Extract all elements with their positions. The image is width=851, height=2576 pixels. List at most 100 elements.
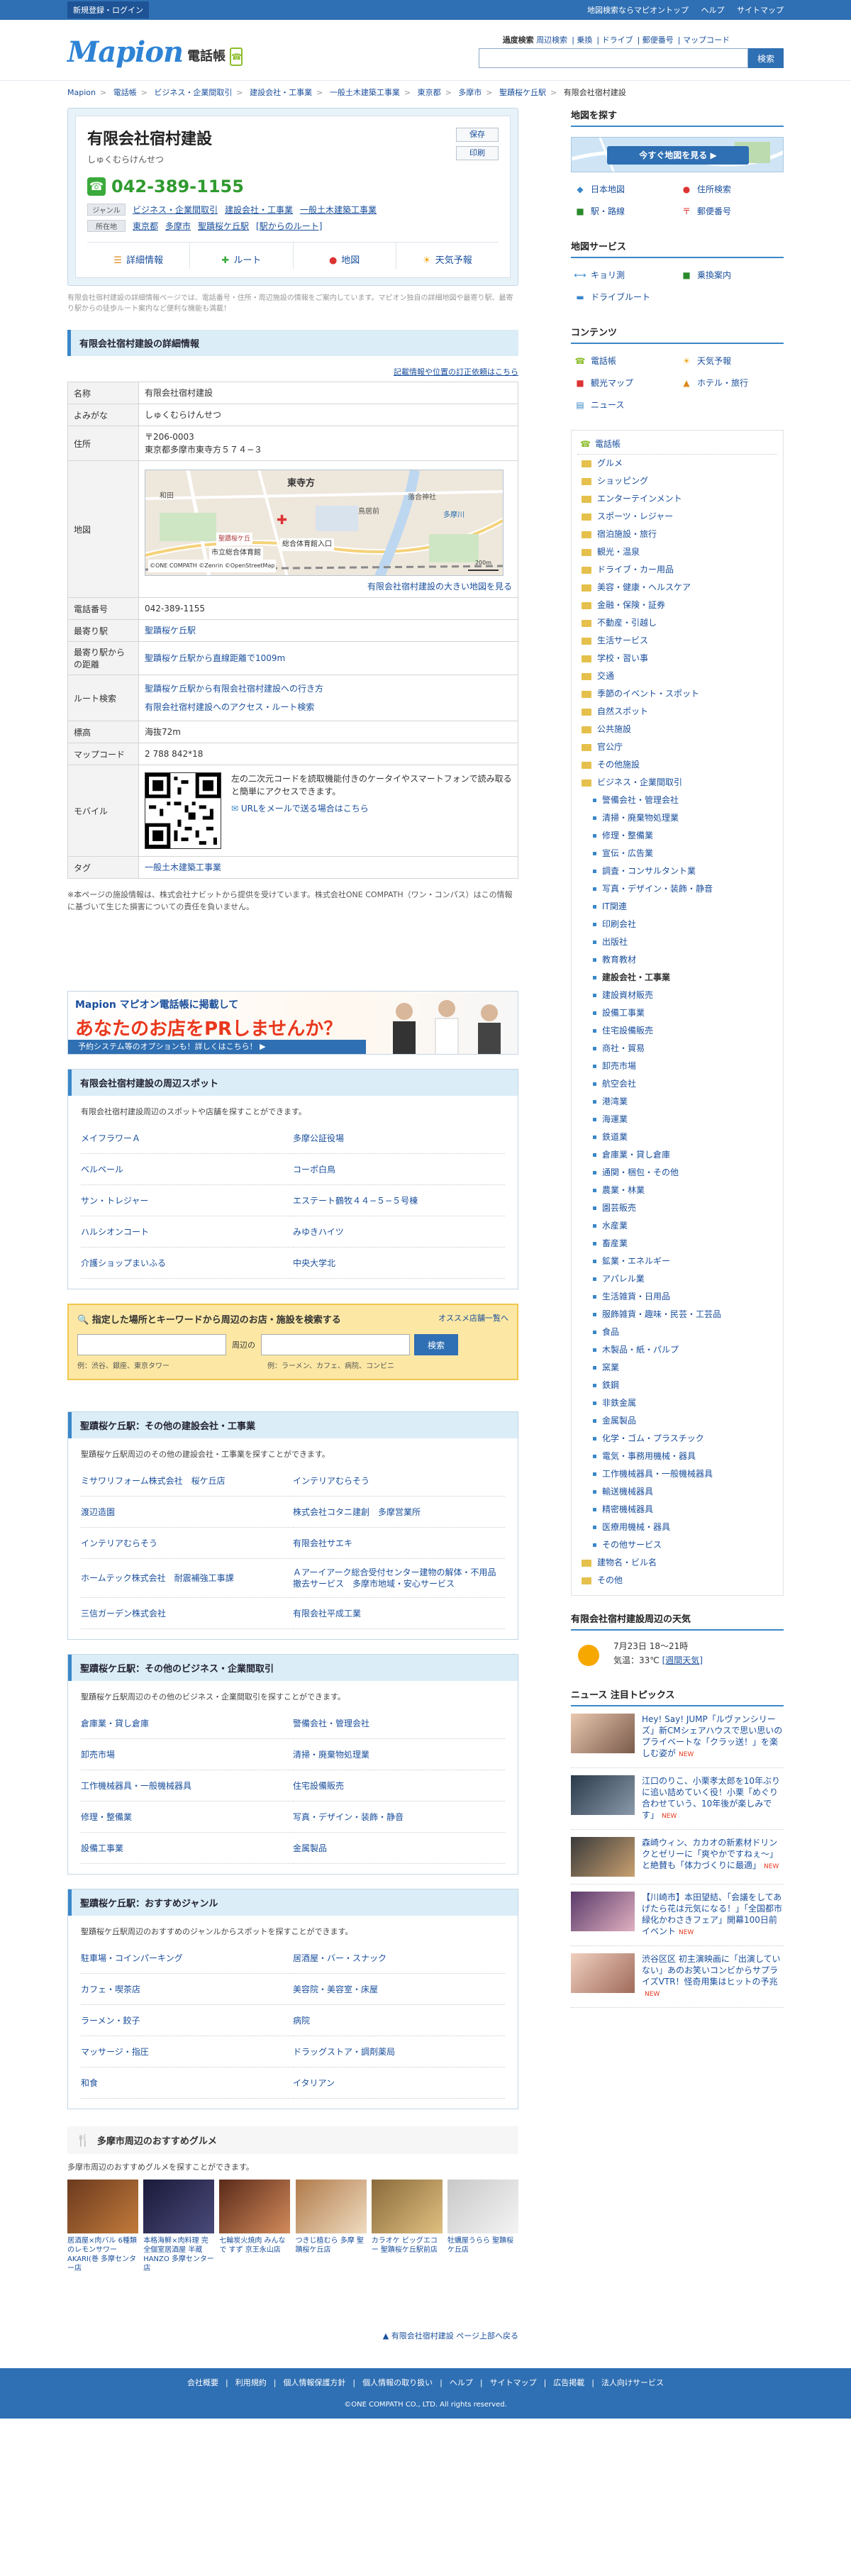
gourmet-item[interactable]: 牡蠣屋うらら 聖蹟桜ケ丘店 [447, 2180, 518, 2273]
station-route-link[interactable]: [駅からのルート] [256, 220, 322, 232]
genre-tree-item[interactable]: IT関連 [577, 898, 777, 916]
genre-tree-item[interactable]: 食品 [577, 1323, 777, 1341]
print-button[interactable]: 印刷 [456, 146, 499, 160]
side-link-hotel[interactable]: ▲ ホテル・旅行 [677, 372, 784, 394]
side-link-drive[interactable]: ▬ ドライブルート [571, 286, 677, 308]
genre-tree-item[interactable]: 建物名・ビル名 [577, 1554, 777, 1572]
genre-tree-item[interactable]: 電気・事務用機械・器具 [577, 1448, 777, 1465]
genre-link[interactable]: 建設会社・工事業 [225, 204, 293, 216]
side-link-transfer[interactable]: ■ 乗換案内 [677, 264, 784, 286]
spot-link[interactable]: ベルペール [81, 1154, 293, 1185]
genre-tree-item[interactable]: 自然スポット [577, 703, 777, 721]
genre-tree-item[interactable]: 宣伝・広告業 [577, 845, 777, 862]
spot-link[interactable]: 介護ショップまいふる [81, 1248, 293, 1279]
header-link-mapcode[interactable]: マップコード [683, 35, 730, 45]
correction-link[interactable]: 記載情報や位置の訂正依頼はこちら [394, 367, 518, 377]
footer-link[interactable]: 利用規約 [235, 2377, 267, 2388]
footer-link[interactable]: 広告掲載 [553, 2377, 584, 2388]
business-link[interactable]: 設備工事業 [81, 1833, 293, 1864]
breadcrumb-item[interactable]: 建設会社・工事業 [250, 88, 312, 97]
construction-link[interactable]: インテリアむらそう [81, 1528, 293, 1559]
construction-link[interactable]: Ａアーイアーク総合受付センター建物の解体・不用品撤去サービス 多摩市地域・安心サ… [293, 1559, 505, 1598]
genre-tree-item[interactable]: 木製品・紙・パルプ [577, 1341, 777, 1359]
business-link[interactable]: 警備会社・管理会社 [293, 1708, 505, 1739]
genre-tree-item[interactable]: その他施設 [577, 756, 777, 774]
breadcrumb-item[interactable]: 電話帳 [113, 88, 137, 97]
spot-link[interactable]: サン・トレジャー [81, 1185, 293, 1216]
news-item[interactable]: 【川崎市】本田望結、「会議をしてあげたら花は元気になる！」「全国都市緑化かわさき… [571, 1884, 784, 1946]
weekly-weather-link[interactable]: [週間天気] [662, 1655, 703, 1665]
footer-link[interactable]: 法人向けサービス [601, 2377, 664, 2388]
construction-link[interactable]: 株式会社コタニ建創 多摩営業所 [293, 1497, 505, 1528]
header-link-drive[interactable]: ドライブ [602, 35, 633, 45]
header-link-transfer[interactable]: 乗換 [577, 35, 592, 45]
genre-tree-item[interactable]: 宿泊施設・旅行 [577, 526, 777, 543]
gourmet-item[interactable]: 居酒屋×肉バル 6種類のレモンサワー AKARI(巻 多摩センター店 [67, 2180, 138, 2273]
genre-tree-item[interactable]: グルメ [577, 455, 777, 472]
recommend-list-link[interactable]: オススメ店舗一覧へ [438, 1312, 508, 1326]
footer-link[interactable]: ヘルプ [450, 2377, 473, 2388]
footer-link[interactable]: 会社概要 [187, 2377, 218, 2388]
address-link[interactable]: 多摩市 [165, 220, 191, 232]
breadcrumb-item[interactable]: Mapion [67, 88, 96, 97]
construction-link[interactable]: 渡辺造園 [81, 1497, 293, 1528]
station-link[interactable]: 聖蹟桜ケ丘駅 [145, 626, 196, 635]
business-link[interactable]: 金属製品 [293, 1833, 505, 1864]
breadcrumb-item[interactable]: ビジネス・企業間取引 [154, 88, 232, 97]
genre-link[interactable]: ビジネス・企業間取引 [133, 204, 218, 216]
business-link[interactable]: 写真・デザイン・装飾・静音 [293, 1801, 505, 1833]
genre-link[interactable]: 病院 [293, 2005, 505, 2036]
genre-tree-item[interactable]: 農業・林業 [577, 1182, 777, 1199]
business-link[interactable]: 工作機械器具・一般機械器具 [81, 1770, 293, 1801]
pr-banner[interactable]: Mapion マピオン電話帳に掲載して あなたのお店をPRしませんか？ 予約シス… [67, 991, 518, 1055]
side-link-zip[interactable]: 〒郵便番号 [677, 200, 784, 222]
genre-tree-item[interactable]: 倉庫業・貸し倉庫 [577, 1146, 777, 1164]
genre-tree-item[interactable]: 季節のイベント・スポット [577, 685, 777, 703]
tag-link[interactable]: 一般土木建築工事業 [145, 862, 221, 872]
genre-link[interactable]: 居酒屋・バー・スナック [293, 1943, 505, 1974]
side-link-distance[interactable]: ⟷ キョリ測 [571, 264, 677, 286]
business-link[interactable]: 倉庫業・貸し倉庫 [81, 1708, 293, 1739]
news-item[interactable]: 江口のりこ、小栗孝太郎を10年ぶりに追い詰めていく役！小栗「めぐり合わせていう、… [571, 1768, 784, 1830]
genre-tree-item[interactable]: 輸送機械器具 [577, 1483, 777, 1501]
genre-tree-item[interactable]: 工作機械器具・一般機械器具 [577, 1465, 777, 1483]
footer-link[interactable]: サイトマップ [490, 2377, 537, 2388]
map-thumbnail[interactable]: 東寺方 鳥居前 落合神社 多摩川 和田 ✚ 聖蹟桜ケ丘 市立総合体育館 総合体育… [145, 470, 504, 576]
top-link-sitemap[interactable]: サイトマップ [737, 6, 784, 15]
header-link-zip[interactable]: 郵便番号 [643, 35, 674, 45]
genre-top-link[interactable]: ☎ 電話帳 [577, 433, 777, 455]
genre-tree-item[interactable]: 写真・デザイン・装飾・静音 [577, 880, 777, 898]
breadcrumb-item[interactable]: 東京都 [418, 88, 441, 97]
large-map-link[interactable]: 有限会社宿村建設の大きい地図を見る [367, 582, 512, 592]
gourmet-item[interactable]: 本格海鮮×肉料理 完全個室居酒屋 半蔵 HANZO 多摩センター店 [143, 2180, 215, 2273]
genre-tree-item[interactable]: 港湾業 [577, 1093, 777, 1111]
genre-tree-item[interactable]: 非鉄金属 [577, 1394, 777, 1412]
construction-link[interactable]: ミサワリフォーム株式会社 桜ケ丘店 [81, 1465, 293, 1497]
genre-tree-item[interactable]: 通関・梱包・その他 [577, 1164, 777, 1182]
genre-tree-item[interactable]: 水産業 [577, 1217, 777, 1235]
side-link-tourism[interactable]: ■ 観光マップ [571, 372, 677, 394]
breadcrumb-item[interactable]: 多摩市 [458, 88, 482, 97]
genre-tree-item[interactable]: 印刷会社 [577, 916, 777, 933]
genre-tree-item[interactable]: 鉄鋼 [577, 1377, 777, 1394]
construction-link[interactable]: 有限会社平成工業 [293, 1598, 505, 1629]
genre-link[interactable]: 美容院・美容室・床屋 [293, 1974, 505, 2005]
genre-tree-item[interactable]: 生活雑貨・日用品 [577, 1288, 777, 1306]
genre-tree-item[interactable]: 金属製品 [577, 1412, 777, 1430]
genre-tree-item[interactable]: 教育教材 [577, 951, 777, 969]
genre-tree-item[interactable]: ビジネス・企業間取引 [577, 774, 777, 792]
genre-tree-item[interactable]: 窯業 [577, 1359, 777, 1377]
business-link[interactable]: 卸売市場 [81, 1739, 293, 1770]
action-detail[interactable]: ☰ 詳細情報 [87, 243, 191, 269]
side-link-station[interactable]: ■ 駅・路線 [571, 200, 677, 222]
nearby-search-button[interactable]: 検索 [414, 1334, 458, 1355]
business-link[interactable]: 修理・整備業 [81, 1801, 293, 1833]
genre-link[interactable]: ドラッグストア・調剤薬局 [293, 2036, 505, 2067]
genre-tree-item[interactable]: その他 [577, 1572, 777, 1589]
genre-link[interactable]: マッサージ・指圧 [81, 2036, 293, 2067]
distance-link[interactable]: 聖蹟桜ケ丘駅から直線距離で1009m [145, 653, 285, 663]
side-link-phonebook[interactable]: ☎ 電話帳 [571, 350, 677, 372]
news-item[interactable]: 森崎ウィン、カカオの新素材ドリンクとゼリーに「爽やかですねぇ〜」と絶賛も「体力づ… [571, 1830, 784, 1884]
spot-link[interactable]: みゆきハイツ [293, 1216, 505, 1248]
page-top-link[interactable]: ▲ 有限会社宿村建設 ページ上部へ戻る [67, 2330, 518, 2341]
